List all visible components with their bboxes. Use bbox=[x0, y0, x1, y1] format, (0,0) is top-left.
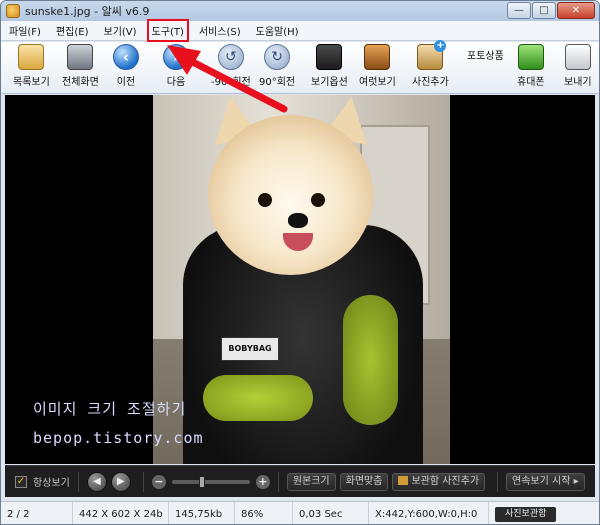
slideshow-button[interactable]: 연속보기 시작 ▸ bbox=[506, 472, 585, 491]
title-bar: sunske1.jpg - 알씨 v6.9 — □ ✕ bbox=[1, 1, 599, 21]
app-window: sunske1.jpg - 알씨 v6.9 — □ ✕ 파일(F) 편집(E) … bbox=[0, 0, 600, 525]
photo-dog-nose bbox=[288, 213, 308, 228]
viewer-control-bar: ✓ 항상보기 ◀ ▶ − + 원본크기 화면맞춤 보관함 사진추가 연속보기 시… bbox=[5, 465, 595, 497]
menu-file[interactable]: 파일(F) bbox=[7, 22, 43, 39]
menu-edit[interactable]: 편집(E) bbox=[54, 22, 91, 39]
arrow-right-icon: › bbox=[163, 44, 189, 70]
status-coords: X:442,Y:600,W:0,H:0 bbox=[369, 502, 489, 524]
zoom-out-button[interactable]: − bbox=[151, 474, 166, 489]
status-zoom: 86% bbox=[235, 502, 293, 524]
fit-screen-button[interactable]: 화면맞춤 bbox=[339, 472, 389, 491]
image-canvas[interactable]: BOBYBAG 이미지 크기 조절하기 bepop.tistory.com bbox=[5, 95, 595, 464]
divider bbox=[77, 471, 79, 492]
add-to-storage-button[interactable]: 보관함 사진추가 bbox=[392, 472, 486, 491]
arrow-left-icon: ‹ bbox=[113, 44, 139, 70]
divider bbox=[277, 471, 279, 492]
send-button[interactable]: 보내기 bbox=[564, 44, 592, 88]
window-controls: — □ ✕ bbox=[506, 2, 595, 19]
photo-image: BOBYBAG bbox=[153, 95, 450, 464]
watermark-url: bepop.tistory.com bbox=[33, 429, 204, 447]
window-title: sunske1.jpg - 알씨 v6.9 bbox=[25, 5, 150, 18]
menu-help[interactable]: 도움말(H) bbox=[254, 22, 301, 39]
phone-icon bbox=[517, 44, 544, 70]
original-size-button[interactable]: 원본크기 bbox=[286, 472, 336, 491]
send-icon bbox=[564, 44, 591, 70]
zoom-in-button[interactable]: + bbox=[255, 474, 270, 489]
fullscreen-button[interactable]: 전체화면 bbox=[62, 44, 99, 88]
add-photo-icon bbox=[417, 40, 447, 70]
list-view-button[interactable]: 목록보기 bbox=[13, 44, 50, 88]
menu-view[interactable]: 보기(V) bbox=[102, 22, 139, 39]
prev-image-button[interactable]: ◀ bbox=[86, 471, 107, 492]
photo-bag-label: BOBYBAG bbox=[221, 337, 279, 361]
zoom-slider-handle[interactable] bbox=[199, 475, 206, 488]
divider bbox=[142, 471, 144, 492]
rotate-right-button[interactable]: ↻ 90°회전 bbox=[259, 44, 295, 88]
view-options-button[interactable]: 보기옵션 bbox=[311, 44, 348, 88]
zoom-slider[interactable] bbox=[171, 475, 250, 488]
minimize-button[interactable]: — bbox=[507, 2, 531, 19]
menu-service[interactable]: 서비스(S) bbox=[197, 22, 243, 39]
view-options-icon bbox=[316, 44, 343, 70]
rotate-right-icon: ↻ bbox=[264, 44, 291, 70]
toolbar: 목록보기 전체화면 ‹ 이전 › 다음 ↺ -90°회전 ↻ 90°회전 보기옵… bbox=[1, 40, 599, 94]
status-dimensions: 442 X 602 X 24b bbox=[73, 502, 169, 524]
photo-dog-eye-right bbox=[311, 193, 325, 207]
divider bbox=[497, 471, 499, 492]
rotate-left-icon: ↺ bbox=[217, 44, 244, 70]
photo-dog-head bbox=[208, 115, 373, 275]
status-page: 2 / 2 bbox=[1, 502, 73, 524]
app-icon bbox=[6, 4, 20, 18]
close-button[interactable]: ✕ bbox=[557, 2, 595, 19]
list-view-icon bbox=[18, 44, 45, 70]
photo-product-button[interactable]: 포토상품 bbox=[467, 44, 504, 62]
photo-bag-panel bbox=[343, 295, 398, 425]
fullscreen-icon bbox=[67, 44, 94, 70]
menu-tools[interactable]: 도구(T) bbox=[146, 19, 189, 42]
multi-view-button[interactable]: 여럿보기 bbox=[359, 44, 396, 88]
next-image-button[interactable]: ▶ bbox=[110, 471, 131, 492]
maximize-button[interactable]: □ bbox=[532, 2, 556, 19]
status-bar: 2 / 2 442 X 602 X 24b 145,75kb 86% 0,03 … bbox=[1, 501, 599, 524]
photo-dog-eye-left bbox=[258, 193, 272, 207]
multi-view-icon bbox=[364, 44, 391, 70]
prev-button[interactable]: ‹ 이전 bbox=[113, 44, 139, 88]
add-photo-button[interactable]: 사진추가 bbox=[412, 40, 449, 88]
status-filesize: 145,75kb bbox=[169, 502, 235, 524]
watermark-title: 이미지 크기 조절하기 bbox=[33, 400, 187, 418]
always-view-checkbox[interactable]: ✓ bbox=[15, 475, 27, 488]
menu-bar: 파일(F) 편집(E) 보기(V) 도구(T) 서비스(S) 도움말(H) bbox=[1, 19, 599, 42]
status-time: 0,03 Sec bbox=[293, 502, 369, 524]
next-button[interactable]: › 다음 bbox=[163, 44, 189, 88]
photo-storage-button[interactable]: 사진보관함 bbox=[495, 506, 557, 522]
phone-button[interactable]: 휴대폰 bbox=[517, 44, 545, 88]
storage-icon bbox=[398, 475, 409, 485]
always-view-label: 항상보기 bbox=[33, 478, 70, 489]
rotate-left-button[interactable]: ↺ -90°회전 bbox=[211, 44, 251, 88]
photo-bone-patch bbox=[203, 375, 313, 421]
